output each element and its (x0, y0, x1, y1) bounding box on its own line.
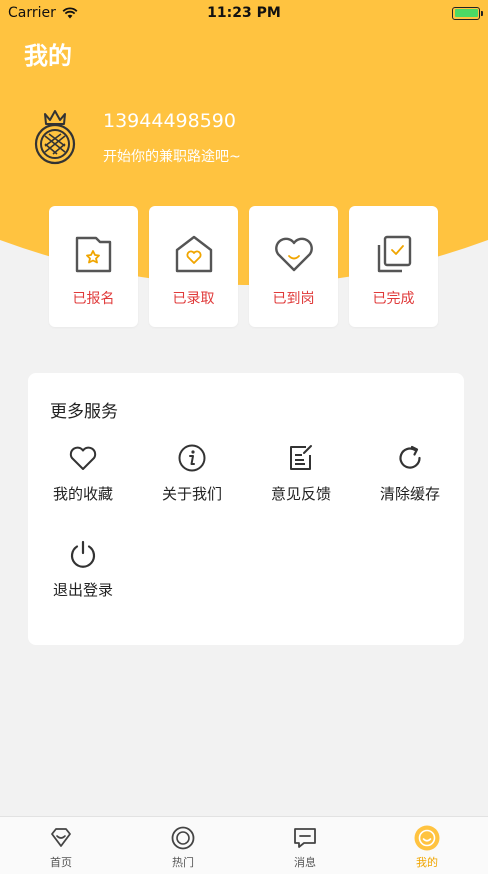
folder-star-icon (75, 236, 111, 273)
card-label: 已录取 (172, 291, 215, 307)
application-status-cards: 已报名 已录取 已到岗 已完成 (49, 206, 438, 327)
service-feedback[interactable]: 意见反馈 (251, 443, 351, 504)
page-title: 我的 (24, 42, 72, 70)
tab-messages[interactable]: 消息 (244, 817, 366, 874)
service-favorites[interactable]: 我的收藏 (33, 443, 133, 504)
avatar[interactable] (28, 108, 82, 166)
heart-smile-icon (274, 237, 313, 272)
service-logout[interactable]: 退出登录 (33, 539, 133, 600)
power-icon (70, 540, 96, 568)
me-smile-icon (414, 825, 440, 851)
tab-label: 我的 (416, 856, 438, 869)
hot-circle-icon (171, 826, 195, 850)
card-admitted[interactable]: 已录取 (149, 206, 238, 327)
tab-hot[interactable]: 热门 (122, 817, 244, 874)
tab-label: 消息 (294, 856, 316, 869)
user-slogan: 开始你的兼职路途吧~ (103, 149, 241, 165)
service-clear-cache[interactable]: 清除缓存 (360, 443, 460, 504)
card-applied[interactable]: 已报名 (49, 206, 138, 327)
refresh-icon (399, 445, 421, 469)
card-on-duty[interactable]: 已到岗 (249, 206, 338, 327)
heart-icon (69, 446, 97, 470)
wifi-icon (62, 7, 78, 19)
service-label: 关于我们 (161, 485, 222, 503)
message-icon (294, 828, 316, 848)
services-title: 更多服务 (50, 402, 118, 422)
battery-icon (452, 6, 483, 20)
status-time: 11:23 PM (207, 5, 281, 21)
carrier-label: Carrier (8, 5, 56, 21)
documents-check-icon (377, 235, 411, 273)
tab-home[interactable]: 首页 (0, 817, 122, 874)
tab-bar: 首页 热门 消息 我的 (0, 816, 488, 874)
card-label: 已到岗 (272, 291, 315, 307)
edit-note-icon (290, 445, 312, 470)
service-label: 退出登录 (52, 581, 113, 599)
card-label: 已报名 (72, 291, 115, 307)
house-heart-icon (175, 235, 212, 273)
service-label: 意见反馈 (270, 485, 331, 503)
tab-me[interactable]: 我的 (366, 817, 488, 874)
user-phone: 13944498590 (103, 110, 236, 132)
card-label: 已完成 (372, 291, 415, 307)
info-icon (178, 444, 206, 472)
service-label: 清除缓存 (379, 485, 440, 503)
pineapple-crown-icon (34, 110, 76, 165)
card-completed[interactable]: 已完成 (349, 206, 438, 327)
service-about-us[interactable]: 关于我们 (142, 443, 242, 504)
home-diamond-icon (51, 828, 71, 847)
service-label: 我的收藏 (52, 485, 113, 503)
tab-label: 热门 (172, 856, 194, 869)
more-services-panel: 更多服务 我的收藏 关于我们 意见反馈 清除缓存 退出登录 (28, 373, 464, 645)
tab-label: 首页 (50, 856, 72, 869)
status-bar: Carrier 11:23 PM (0, 0, 488, 26)
